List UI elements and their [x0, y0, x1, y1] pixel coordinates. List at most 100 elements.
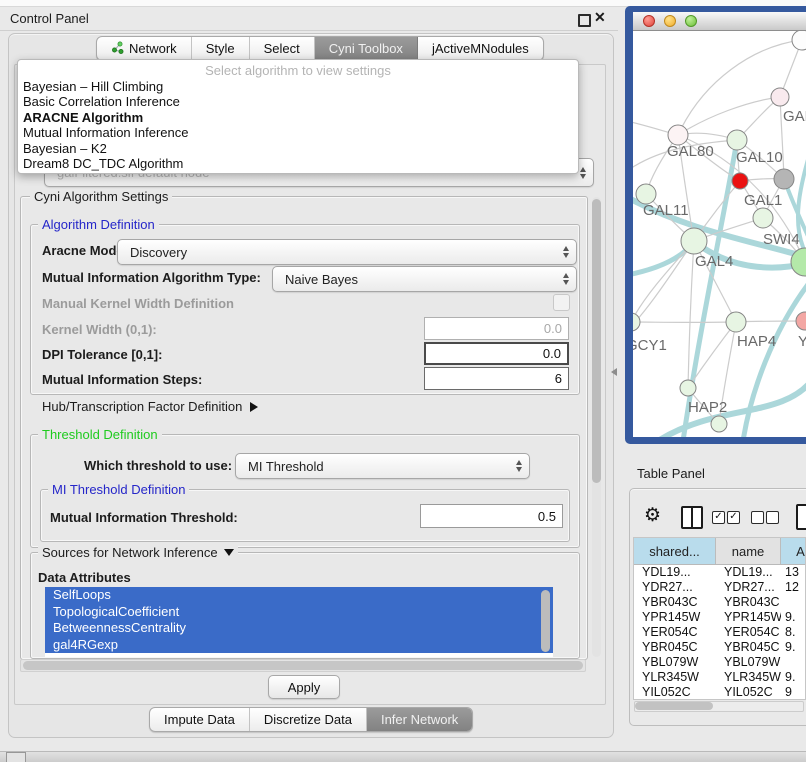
manual-kernel-checkbox[interactable] [553, 294, 570, 311]
aracne-mode-combo[interactable]: Discovery [117, 239, 577, 265]
tab-select[interactable]: Select [250, 37, 315, 60]
close-icon[interactable]: ✕ [594, 9, 606, 26]
docked-panel-icon[interactable] [6, 752, 26, 762]
data-attributes-list[interactable]: SelfLoopsTopologicalCoefficientBetweenne… [45, 587, 553, 657]
table-settings-gear-icon[interactable]: ⚙ [644, 504, 661, 527]
mi-threshold-input[interactable] [420, 504, 563, 528]
select-all-checkbox-icon[interactable]: ✓ [727, 511, 740, 524]
splitpane-arrow-icon[interactable] [611, 368, 617, 376]
table-cell [781, 595, 806, 610]
export-table-icon[interactable] [796, 504, 806, 530]
data-attributes-label: Data Attributes [38, 570, 131, 585]
zoom-traffic-light-icon[interactable] [685, 15, 697, 27]
table-cell: 13 [781, 565, 806, 580]
tab-jactivemnodules[interactable]: jActiveMNodules [418, 37, 543, 60]
attributes-vscrollbar-thumb[interactable] [541, 590, 550, 652]
kernel-width-label: Kernel Width (0,1): [42, 322, 157, 337]
network-view-canvas[interactable]: GALGAL80GAL10GAL1GAL11SWI4GAL4GCY1HAP4YH… [633, 31, 806, 437]
network-edge[interactable] [633, 241, 694, 331]
algorithm-dropdown-popup: Select algorithm to view settings Bayesi… [17, 59, 579, 174]
combo-stepper-icon [580, 167, 593, 179]
table-cell: YBL079W [634, 655, 716, 670]
mi-steps-input[interactable] [424, 367, 569, 390]
algorithm-option[interactable]: Dream8 DC_TDC Algorithm [18, 156, 578, 171]
network-edge[interactable] [743, 283, 806, 437]
select-all-checkbox-icon[interactable]: ✓ [712, 511, 725, 524]
settings-vscrollbar-thumb[interactable] [592, 199, 601, 483]
close-traffic-light-icon[interactable] [643, 15, 655, 27]
network-node[interactable] [792, 31, 806, 50]
network-node[interactable] [668, 125, 688, 145]
table-row[interactable]: YLR345WYLR345W9. [634, 670, 805, 685]
show-columns-icon[interactable] [681, 506, 703, 529]
tab-network[interactable]: Network [97, 37, 192, 60]
algorithm-option[interactable]: Mutual Information Inference [18, 125, 578, 140]
network-node[interactable] [711, 416, 727, 432]
network-node[interactable] [636, 184, 656, 204]
table-row[interactable]: YPR145WYPR145W9. [634, 610, 805, 625]
table-cell [781, 655, 806, 670]
table-row[interactable]: YBL079WYBL079W [634, 655, 805, 670]
table-cell: YPR145W [634, 610, 716, 625]
apply-button[interactable]: Apply [268, 675, 340, 699]
deselect-all-checkbox-icon[interactable] [751, 511, 764, 524]
attribute-list-item[interactable]: gal4RGexp [45, 637, 553, 654]
tab-discretize-data[interactable]: Discretize Data [250, 708, 367, 731]
table-row[interactable]: YDL19...YDL19...13 [634, 565, 805, 580]
table-cell: YLR345W [716, 670, 781, 685]
table-row[interactable]: YBR045CYBR045C9. [634, 640, 805, 655]
network-node[interactable] [796, 312, 806, 330]
algorithm-option[interactable]: Bayesian – Hill Climbing [18, 79, 578, 94]
table-column-header[interactable]: A [781, 538, 806, 564]
network-node-label: GAL80 [667, 143, 714, 160]
mi-type-combo[interactable]: Naive Bayes [272, 266, 577, 292]
table-row[interactable]: YDR27...YDR27...12 [634, 580, 805, 595]
settings-hscrollbar-thumb[interactable] [23, 661, 583, 670]
network-edge[interactable] [678, 97, 780, 135]
minimize-traffic-light-icon[interactable] [664, 15, 676, 27]
deselect-all-checkbox-icon[interactable] [766, 511, 779, 524]
dpi-tolerance-input[interactable] [424, 342, 569, 365]
which-threshold-combo[interactable]: MI Threshold [235, 453, 530, 479]
network-node-label: GAL11 [643, 202, 689, 219]
network-node-label: GAL4 [695, 253, 733, 270]
network-window-titlebar[interactable] [633, 12, 806, 31]
tab-style[interactable]: Style [192, 37, 250, 60]
sources-expander[interactable]: Sources for Network Inference [38, 545, 238, 560]
network-node-label: GCY1 [633, 337, 667, 354]
attribute-list-item[interactable]: BetweennessCentrality [45, 620, 553, 637]
table-column-header[interactable]: name [716, 538, 781, 564]
kernel-width-input[interactable] [424, 317, 569, 340]
network-node[interactable] [774, 169, 794, 189]
tab-label: Style [206, 41, 235, 56]
network-node[interactable] [753, 208, 773, 228]
hub-definition-expander[interactable]: Hub/Transcription Factor Definition [42, 399, 258, 414]
application-window: Control Panel ✕ NetworkStyleSelectCyni T… [0, 0, 806, 762]
algorithm-option[interactable]: Bayesian – K2 [18, 141, 578, 156]
algorithm-option[interactable]: Basic Correlation Inference [18, 94, 578, 109]
attribute-list-item[interactable]: SelfLoops [45, 587, 553, 604]
combo-stepper-icon [516, 460, 529, 472]
network-node[interactable] [680, 380, 696, 396]
table-row[interactable]: YBR043CYBR043C [634, 595, 805, 610]
table-row[interactable]: YIL052CYIL052C9 [634, 685, 805, 700]
network-graph[interactable]: GALGAL80GAL10GAL1GAL11SWI4GAL4GCY1HAP4YH… [633, 31, 806, 437]
float-window-icon[interactable] [578, 14, 591, 27]
table-column-header[interactable]: shared... [634, 538, 716, 564]
network-node[interactable] [727, 130, 747, 150]
network-node[interactable] [633, 313, 640, 331]
tab-impute-data[interactable]: Impute Data [150, 708, 250, 731]
network-node[interactable] [732, 173, 748, 189]
tab-infer-network[interactable]: Infer Network [367, 708, 472, 731]
threshold-definition-title: Threshold Definition [38, 427, 162, 442]
table-row[interactable]: YER054CYER054C8. [634, 625, 805, 640]
attribute-list-item[interactable]: TopologicalCoefficient [45, 604, 553, 621]
tab-cyni-toolbox[interactable]: Cyni Toolbox [315, 37, 418, 60]
table-hscrollbar-thumb[interactable] [635, 702, 713, 710]
network-node[interactable] [771, 88, 789, 106]
network-node[interactable] [726, 312, 746, 332]
algorithm-option[interactable]: ARACNE Algorithm [18, 110, 578, 125]
tab-label: Discretize Data [264, 712, 352, 727]
table-cell: 9. [781, 640, 806, 655]
network-node[interactable] [681, 228, 707, 254]
